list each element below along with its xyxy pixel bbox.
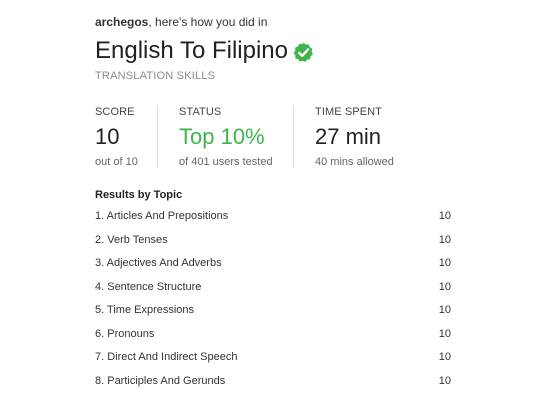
score-stat: SCORE 10 out of 10	[95, 106, 138, 168]
topic-row: 3. Adjectives And Adverbs 10	[95, 257, 451, 273]
topic-score: 10	[438, 234, 451, 246]
topic-name: 2. Verb Tenses	[95, 234, 168, 246]
topic-name: 6. Pronouns	[95, 328, 155, 340]
topic-score: 10	[438, 351, 451, 363]
time-allowed-note: 40 mins allowed	[315, 156, 394, 168]
topic-name: 8. Participles And Gerunds	[95, 375, 226, 387]
topic-score: 10	[438, 257, 451, 269]
topic-score: 10	[438, 304, 451, 316]
score-note: out of 10	[95, 156, 138, 168]
topic-row: 5. Time Expressions 10	[95, 304, 451, 320]
status-value: Top 10%	[179, 124, 265, 149]
greeting: archegos, here's how you did in	[95, 15, 267, 29]
topic-score: 10	[438, 375, 451, 387]
topic-row: 4. Sentence Structure 10	[95, 281, 451, 297]
check-circle-icon	[293, 42, 314, 63]
topic-row: 7. Direct And Indirect Speech 10	[95, 351, 451, 367]
topic-name: 7. Direct And Indirect Speech	[95, 351, 238, 363]
greeting-text: , here's how you did in	[148, 15, 268, 29]
time-spent-label: TIME SPENT	[315, 106, 383, 118]
score-value: 10	[95, 124, 120, 149]
time-spent-value: 27 min	[315, 124, 382, 149]
status-note: of 401 users tested	[179, 156, 273, 168]
topic-name: 1. Articles And Prepositions	[95, 210, 229, 222]
topic-row: 2. Verb Tenses 10	[95, 234, 451, 250]
status-label: STATUS	[179, 106, 222, 118]
topic-score: 10	[438, 281, 451, 293]
topic-row: 6. Pronouns 10	[95, 328, 451, 344]
page-title: English To Filipino	[95, 37, 288, 64]
topic-name: 3. Adjectives And Adverbs	[95, 257, 222, 269]
page-subtitle: TRANSLATION SKILLS	[95, 70, 216, 82]
username: archegos	[95, 15, 149, 29]
stat-divider	[293, 106, 294, 168]
title-row: English To Filipino	[95, 35, 314, 67]
topic-row: 1. Articles And Prepositions 10	[95, 210, 451, 226]
time-spent-stat: TIME SPENT 27 min 40 mins allowed	[315, 106, 394, 168]
topic-name: 5. Time Expressions	[95, 304, 195, 316]
stat-divider	[157, 106, 158, 168]
topic-row: 8. Participles And Gerunds 10	[95, 375, 451, 391]
topic-score: 10	[438, 328, 451, 340]
topic-name: 4. Sentence Structure	[95, 281, 202, 293]
status-stat: STATUS Top 10% of 401 users tested	[179, 106, 273, 168]
topic-score: 10	[438, 210, 451, 222]
score-label: SCORE	[95, 106, 135, 118]
results-by-topic-heading: Results by Topic	[95, 189, 183, 201]
